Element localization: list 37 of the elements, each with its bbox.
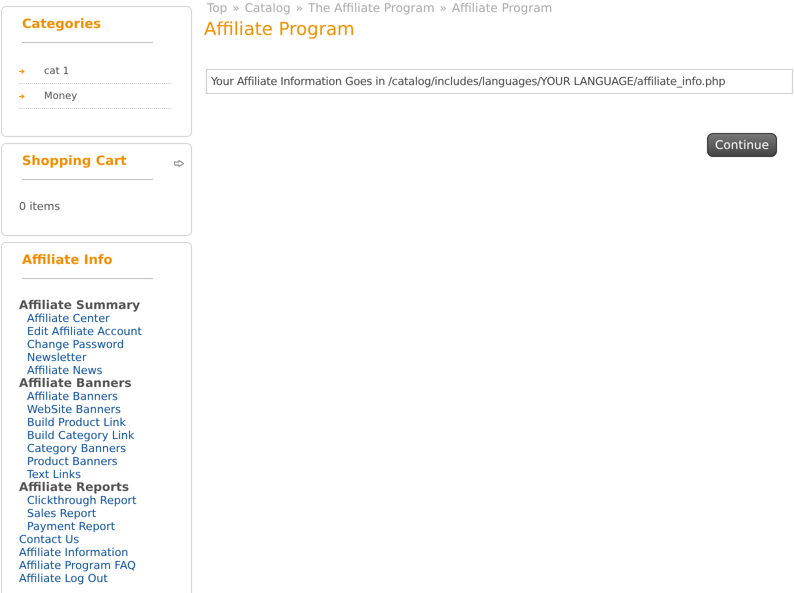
affiliate-link[interactable]: WebSite Banners [27, 403, 121, 416]
affiliate-link[interactable]: Change Password [27, 338, 124, 351]
box-title: Affiliate Info [22, 253, 153, 279]
breadcrumb-separator: » [296, 1, 304, 15]
breadcrumb-separator: » [232, 1, 240, 15]
affiliate-link[interactable]: Affiliate Banners [27, 390, 118, 403]
page-title: Affiliate Program [204, 19, 356, 40]
section-heading: Affiliate Banners [19, 377, 133, 390]
affiliate-link[interactable]: Build Product Link [27, 416, 126, 429]
box-title: Categories [22, 17, 153, 43]
continue-button[interactable]: Continue [707, 133, 777, 157]
affiliate-link[interactable]: Sales Report [27, 507, 96, 520]
arrow-icon[interactable] [174, 160, 184, 167]
arrow-icon [19, 68, 25, 74]
affiliate-link[interactable]: Build Category Link [27, 429, 134, 442]
affiliate-link[interactable]: Affiliate Center [27, 312, 110, 325]
section-heading: Affiliate Reports [19, 481, 130, 494]
affiliate-link[interactable]: Category Banners [27, 442, 126, 455]
cart-count: 0 items [19, 200, 62, 213]
info-box: Your Affiliate Information Goes in /catalog/includes/languages/YOUR LANGUAGE/affiliate_info.php [206, 69, 793, 94]
affiliate-link[interactable]: Contact Us [19, 533, 80, 546]
arrow-icon [19, 94, 25, 98]
affiliate-link[interactable]: Affiliate Log Out [19, 572, 108, 585]
affiliate-link[interactable]: Payment Report [27, 520, 116, 533]
box-title: Shopping Cart [22, 154, 153, 180]
affiliate-link[interactable]: Affiliate Information [19, 546, 128, 559]
affiliate-link[interactable]: Newsletter [27, 351, 86, 364]
category-link[interactable]: cat 1 [44, 66, 70, 76]
affiliate-link[interactable]: Edit Affiliate Account [27, 325, 142, 338]
section-heading: Affiliate Summary [19, 299, 142, 312]
affiliate-link[interactable]: Affiliate News [27, 364, 102, 377]
category-link[interactable]: Money [44, 90, 78, 102]
affiliate-link[interactable]: Text Links [27, 468, 82, 481]
breadcrumb-separator: » [440, 1, 447, 15]
affiliate-link[interactable]: Affiliate Program FAQ [19, 559, 136, 572]
affiliate-link[interactable]: Clickthrough Report [27, 494, 136, 507]
affiliate-link[interactable]: Product Banners [27, 455, 118, 468]
